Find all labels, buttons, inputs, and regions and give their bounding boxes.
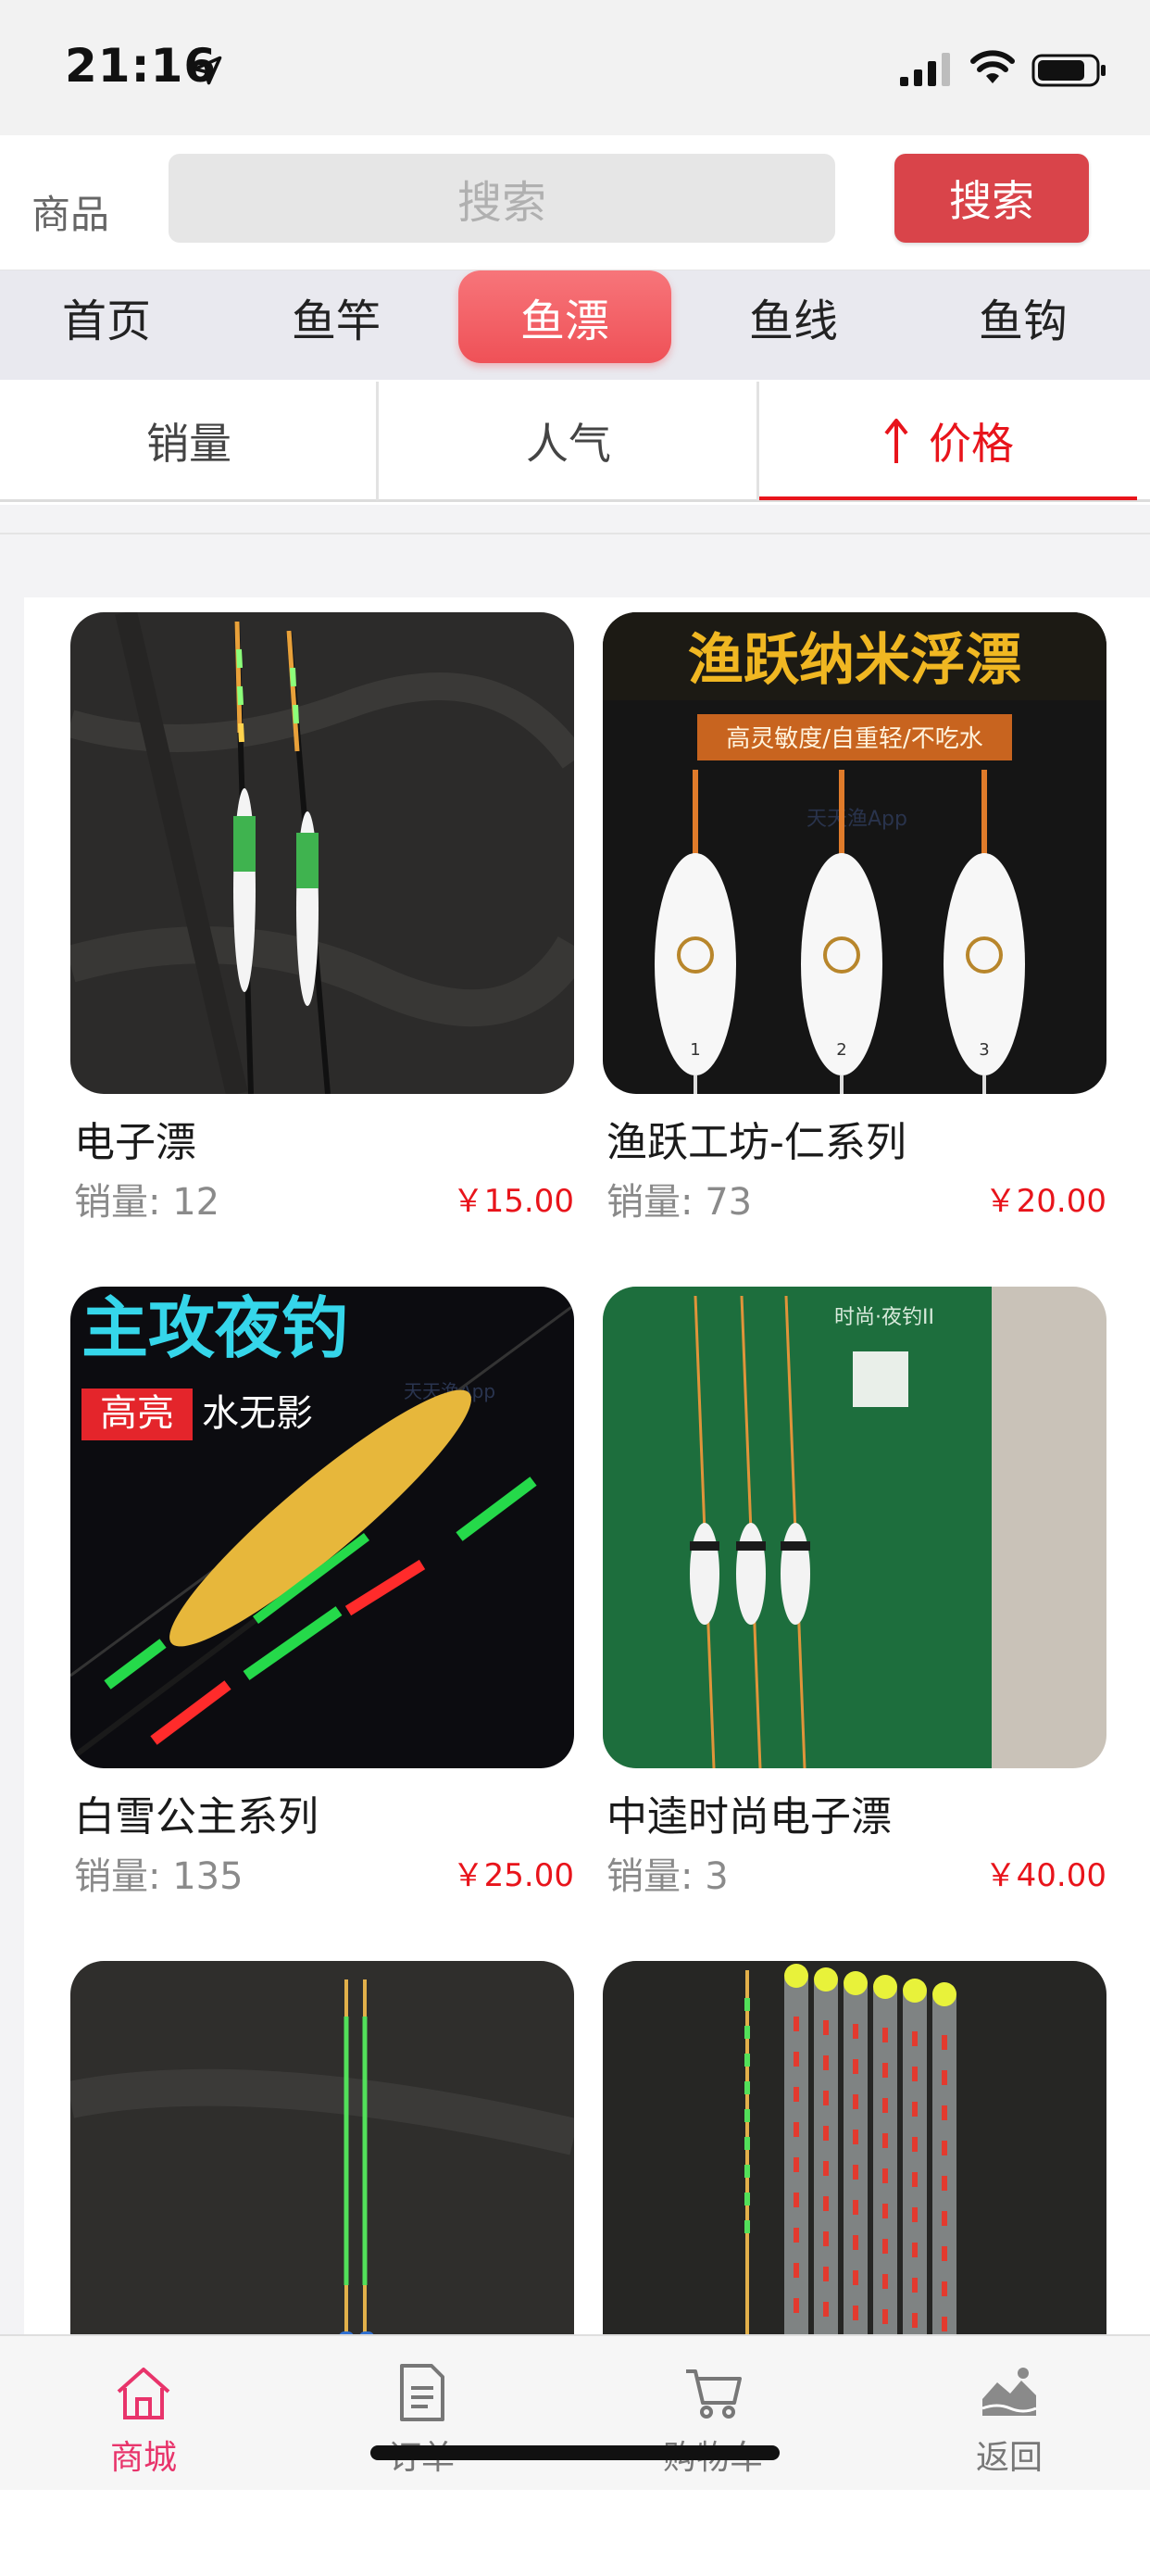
product-image[interactable]: 时尚·夜钓II (603, 1287, 1106, 1768)
svg-text:1: 1 (690, 1040, 700, 1060)
green-box-float-photo: 时尚·夜钓II (603, 1287, 1106, 1768)
product-card[interactable]: 渔跃纳米浮漂 高灵敏度/自重轻/不吃水 天天渔App 1 2 3 渔跃工坊-仁系… (603, 597, 1106, 1227)
product-image[interactable] (70, 612, 574, 1094)
product-image[interactable]: 渔跃纳米浮漂 高灵敏度/自重轻/不吃水 天天渔App 1 2 3 (603, 612, 1106, 1094)
search-button[interactable]: 搜索 (894, 154, 1089, 243)
product-sales: 销量: 12 (74, 1181, 220, 1224)
product-price: ￥15.00 (452, 1183, 574, 1220)
svg-text:3: 3 (979, 1040, 989, 1060)
header-label: 商品 (31, 192, 110, 237)
svg-text:高灵敏度/自重轻/不吃水: 高灵敏度/自重轻/不吃水 (726, 725, 983, 753)
product-name: 中逵时尚电子漂 (606, 1793, 892, 1841)
left-margin (0, 597, 24, 2334)
sort-active-underline (759, 496, 1137, 500)
tab-orders[interactable]: 订单 (278, 2336, 565, 2492)
category-tab-floats[interactable]: 鱼漂 (458, 270, 671, 363)
tab-cart[interactable]: 购物车 (569, 2336, 856, 2492)
product-image[interactable]: 主攻夜钓 高亮 水无影 天天渔App (70, 1287, 574, 1768)
sort-popularity-label: 人气 (526, 419, 611, 469)
svg-text:渔跃纳米浮漂: 渔跃纳米浮漂 (688, 628, 1021, 693)
category-tab-lines[interactable]: 鱼线 (687, 270, 900, 363)
svg-text:主攻夜钓: 主攻夜钓 (81, 1289, 348, 1367)
wifi-icon (970, 50, 1015, 83)
shopping-cart-icon (686, 2369, 742, 2419)
order-document-icon (400, 2364, 444, 2421)
bottom-tab-bar: 商城 订单 购物车 返回 (0, 2334, 1150, 2490)
tab-label: 商城 (109, 2439, 177, 2477)
svg-text:水无影: 水无影 (202, 1392, 313, 1435)
tab-mall[interactable]: 商城 (0, 2336, 287, 2492)
product-sales: 销量: 73 (606, 1181, 753, 1224)
arrow-up-icon (884, 419, 908, 463)
category-tab-home[interactable]: 首页 (0, 270, 213, 363)
svg-text:高亮: 高亮 (100, 1392, 174, 1435)
status-bar: 21:16 (0, 0, 1150, 135)
product-card[interactable]: 时尚·夜钓II 中逵时尚电子漂 销量: 3 ￥40.00 (603, 1272, 1106, 1902)
svg-text:时尚·夜钓II: 时尚·夜钓II (834, 1306, 934, 1329)
category-tab-rods[interactable]: 鱼竿 (230, 270, 443, 363)
svg-text:2: 2 (836, 1040, 846, 1060)
product-grid: 电子漂 销量: 12 ￥15.00 渔跃纳米浮漂 高灵敏度/自重轻/不吃水 天天… (24, 597, 1150, 2443)
yuyue-nano-float-banner: 渔跃纳米浮漂 高灵敏度/自重轻/不吃水 天天渔App 1 2 3 (603, 612, 1106, 1094)
product-card[interactable]: 主攻夜钓 高亮 水无影 天天渔App 白雪公主系列 销量: 135 ￥25.00 (70, 1272, 574, 1902)
home-indicator (370, 2445, 780, 2460)
cellular-signal-icon (900, 53, 950, 86)
return-landscape-icon (981, 2368, 1037, 2416)
product-name: 渔跃工坊-仁系列 (606, 1119, 906, 1166)
sort-price-label: 价格 (929, 419, 1014, 469)
product-price: ￥25.00 (452, 1857, 574, 1894)
product-card[interactable]: 电子漂 销量: 12 ￥15.00 (70, 597, 574, 1227)
svg-text:天天渔App: 天天渔App (806, 808, 907, 831)
home-icon (117, 2368, 170, 2419)
sort-by-popularity[interactable]: 人气 (380, 380, 757, 502)
category-tabs: 首页 鱼竿 鱼漂 鱼线 鱼钩 (0, 270, 1150, 380)
category-tab-hooks[interactable]: 鱼钩 (917, 270, 1130, 363)
product-sales: 销量: 135 (74, 1855, 244, 1898)
electronic-float-photo (70, 612, 574, 1094)
section-gap (0, 505, 1150, 597)
sort-sales-label: 销量 (146, 419, 231, 469)
product-name: 白雪公主系列 (74, 1793, 319, 1841)
product-price: ￥40.00 (984, 1857, 1106, 1894)
location-arrow-icon (193, 56, 222, 85)
tab-label: 返回 (975, 2439, 1043, 2477)
sort-by-sales[interactable]: 销量 (0, 380, 378, 502)
sort-divider (376, 382, 379, 500)
product-sales: 销量: 3 (606, 1855, 729, 1898)
header: 商品 搜索 搜索 (0, 135, 1150, 270)
search-input[interactable]: 搜索 (169, 154, 835, 243)
sort-bar: 销量 人气 价格 (0, 380, 1150, 502)
sort-by-price[interactable]: 价格 (759, 380, 1137, 502)
product-name: 电子漂 (74, 1119, 196, 1166)
battery-icon (1031, 54, 1106, 87)
tab-return[interactable]: 返回 (866, 2336, 1150, 2492)
night-fishing-float-banner: 主攻夜钓 高亮 水无影 天天渔App (70, 1287, 574, 1768)
product-price: ￥20.00 (984, 1183, 1106, 1220)
